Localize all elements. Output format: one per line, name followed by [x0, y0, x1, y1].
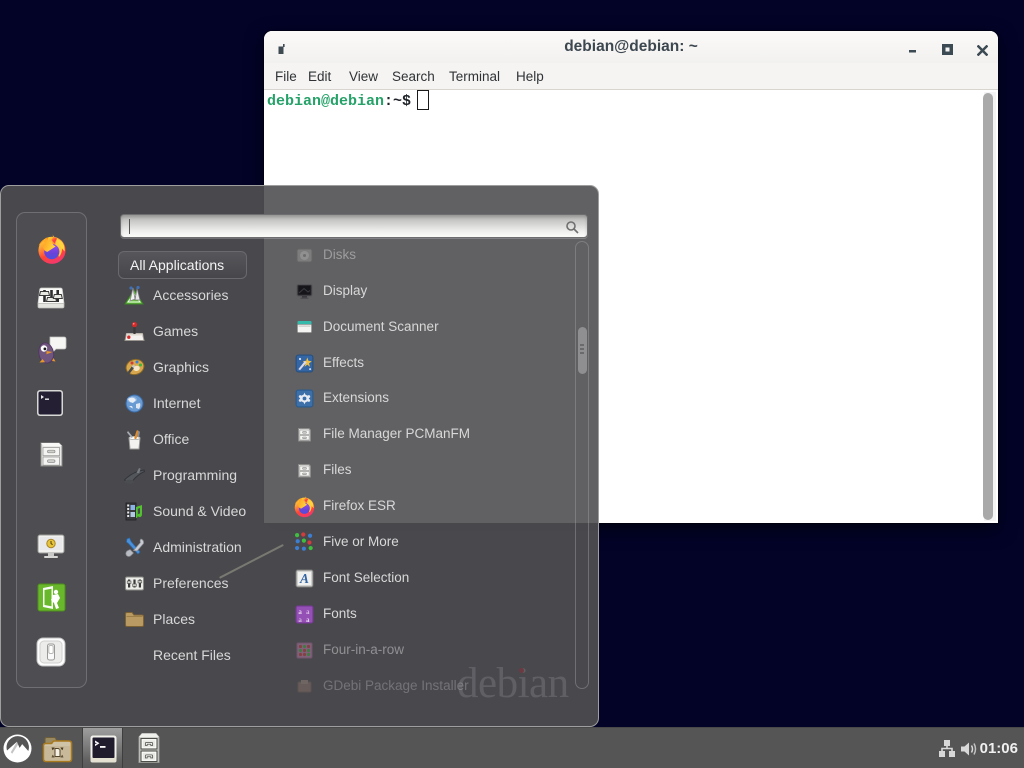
svg-text:a: a: [306, 615, 310, 624]
svg-text:a: a: [298, 615, 302, 624]
svg-text:A: A: [299, 571, 309, 586]
